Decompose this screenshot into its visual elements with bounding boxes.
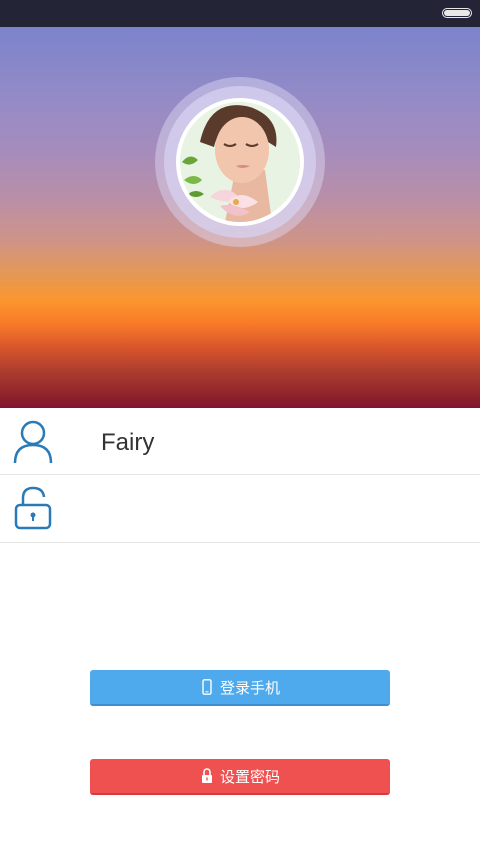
phone-icon	[202, 679, 212, 695]
login-phone-button[interactable]: 登录手机	[90, 670, 390, 706]
battery-icon	[442, 8, 472, 18]
login-phone-label: 登录手机	[219, 678, 280, 697]
password-row[interactable]	[0, 475, 480, 543]
user-icon	[13, 420, 53, 464]
username-text: Fairy	[101, 429, 155, 456]
avatar-portrait-image	[180, 102, 300, 222]
set-password-button[interactable]: 设置密码	[90, 759, 390, 795]
status-bar	[0, 0, 480, 27]
lock-icon	[201, 768, 212, 783]
profile-screen: Fairy 登录手机 设置密码	[0, 0, 480, 853]
avatar-ring	[155, 77, 325, 247]
avatar[interactable]	[176, 98, 304, 226]
profile-header	[0, 27, 480, 408]
set-password-label: 设置密码	[219, 767, 280, 786]
lock-icon	[14, 486, 52, 530]
username-row[interactable]: Fairy	[0, 409, 480, 475]
